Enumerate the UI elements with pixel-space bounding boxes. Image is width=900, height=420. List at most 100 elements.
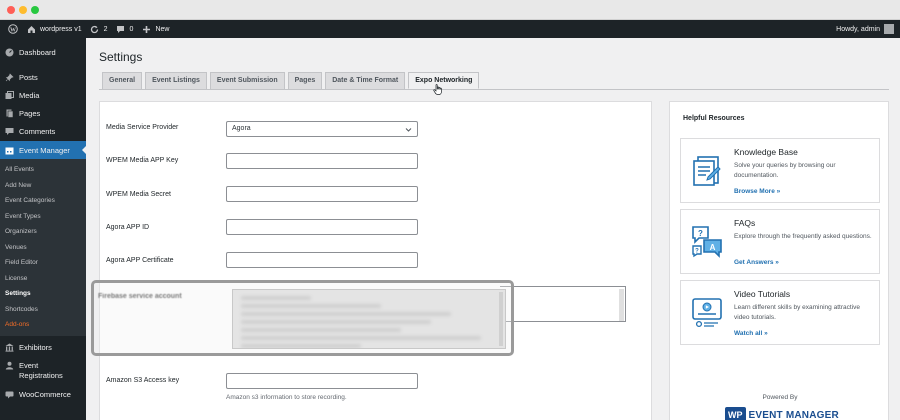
menu-posts[interactable]: Posts bbox=[0, 68, 86, 86]
new-content-link[interactable]: New bbox=[141, 24, 169, 34]
blurred-text bbox=[241, 328, 401, 332]
avatar bbox=[884, 24, 894, 34]
tab-event-submission[interactable]: Event Submission bbox=[209, 72, 285, 89]
tab-date-time-format[interactable]: Date & Time Format bbox=[325, 72, 406, 89]
menu-label: Exhibitors bbox=[19, 343, 52, 352]
get-answers-link[interactable]: Get Answers » bbox=[734, 259, 779, 266]
submenu-all-events[interactable]: All Events bbox=[0, 162, 86, 178]
menu-event-registrations[interactable]: Event Registrations bbox=[0, 357, 86, 383]
menu-event-manager[interactable]: Event Manager bbox=[0, 141, 86, 159]
s3-hint-text: Amazon s3 information to store recording… bbox=[226, 394, 347, 401]
updates-link[interactable]: 2 bbox=[90, 24, 108, 34]
document-icon bbox=[690, 153, 724, 187]
submenu-venues[interactable]: Venues bbox=[0, 240, 86, 256]
menu-label: Event Registrations bbox=[19, 361, 63, 381]
building-icon bbox=[5, 343, 14, 352]
knowledge-base-card: Knowledge Base Solve your queries by bro… bbox=[680, 138, 880, 203]
my-account-link[interactable]: Howdy, admin bbox=[836, 24, 894, 34]
firebase-service-account-textarea[interactable] bbox=[232, 289, 506, 349]
submenu-shortcodes[interactable]: Shortcodes bbox=[0, 302, 86, 318]
menu-dashboard[interactable]: Dashboard bbox=[0, 43, 86, 61]
s3-access-key-label: Amazon S3 Access key bbox=[106, 377, 180, 384]
wp-event-manager-logo[interactable]: WP EVENT MANAGER bbox=[725, 406, 839, 420]
media-icon bbox=[5, 90, 14, 100]
maximize-window-button[interactable] bbox=[31, 6, 39, 14]
wordpress-logo[interactable]: W bbox=[8, 24, 18, 34]
site-name-link[interactable]: wordpress v1 bbox=[26, 24, 82, 34]
svg-text:W: W bbox=[10, 27, 16, 33]
close-window-button[interactable] bbox=[7, 6, 15, 14]
agora-certificate-label: Agora APP Certificate bbox=[106, 257, 174, 264]
comment-icon bbox=[116, 24, 126, 34]
blurred-text bbox=[241, 304, 381, 308]
blurred-text bbox=[241, 344, 361, 348]
page-title: Settings bbox=[99, 50, 143, 64]
tab-expo-networking[interactable]: Expo Networking bbox=[408, 72, 480, 89]
tab-pages[interactable]: Pages bbox=[287, 72, 323, 89]
app-key-label: WPEM Media APP Key bbox=[106, 157, 179, 164]
blurred-text bbox=[241, 336, 481, 340]
chevron-down-icon bbox=[405, 124, 412, 138]
app-key-input[interactable] bbox=[226, 153, 418, 169]
logo-text: EVENT MANAGER bbox=[748, 409, 839, 420]
new-label: New bbox=[155, 25, 170, 33]
minimize-window-button[interactable] bbox=[19, 6, 27, 14]
scrollbar[interactable] bbox=[499, 292, 503, 346]
scrollbar[interactable] bbox=[619, 289, 624, 321]
home-icon bbox=[26, 24, 36, 34]
settings-tabs: General Event Listings Event Submission … bbox=[102, 72, 480, 89]
tab-event-listings[interactable]: Event Listings bbox=[145, 72, 207, 89]
submenu-event-types[interactable]: Event Types bbox=[0, 209, 86, 225]
expo-networking-form: Media Service Provider Agora WPEM Media … bbox=[99, 101, 652, 420]
browse-more-link[interactable]: Browse More » bbox=[734, 188, 780, 195]
howdy-text: Howdy, admin bbox=[836, 25, 880, 33]
calendar-icon bbox=[5, 146, 14, 155]
menu-media[interactable]: Media bbox=[0, 86, 86, 104]
hand-cursor-icon bbox=[433, 84, 443, 98]
event-manager-submenu: All Events Add New Event Categories Even… bbox=[0, 159, 86, 336]
submenu-organizers[interactable]: Organizers bbox=[0, 224, 86, 240]
firebase-highlight-overlay: Firebase service account bbox=[91, 280, 514, 356]
comments-link[interactable]: 0 bbox=[116, 24, 134, 34]
watch-all-link[interactable]: Watch all » bbox=[734, 330, 768, 337]
media-secret-input[interactable] bbox=[226, 186, 418, 202]
agora-app-id-label: Agora APP ID bbox=[106, 224, 150, 231]
menu-label: Dashboard bbox=[19, 47, 56, 57]
faqs-title: FAQs bbox=[734, 218, 756, 228]
submenu-add-new[interactable]: Add New bbox=[0, 178, 86, 194]
submenu-add-ons[interactable]: Add-ons bbox=[0, 317, 86, 333]
menu-pages[interactable]: Pages bbox=[0, 104, 86, 122]
submenu-field-editor[interactable]: Field Editor bbox=[0, 255, 86, 271]
main-content: Settings General Event Listings Event Su… bbox=[86, 38, 900, 420]
comment-icon bbox=[5, 127, 14, 136]
submenu-license[interactable]: License bbox=[0, 271, 86, 287]
svg-text:?: ? bbox=[698, 229, 703, 238]
s3-access-key-input[interactable] bbox=[226, 373, 418, 389]
agora-app-id-input[interactable] bbox=[226, 219, 418, 235]
resources-title: Helpful Resources bbox=[683, 115, 745, 122]
media-provider-select[interactable]: Agora bbox=[226, 121, 418, 137]
menu-label: Pages bbox=[19, 108, 41, 118]
knowledge-base-title: Knowledge Base bbox=[734, 147, 798, 157]
user-icon bbox=[5, 361, 14, 370]
menu-exhibitors[interactable]: Exhibitors bbox=[0, 339, 86, 357]
admin-bar: W wordpress v1 2 0 New Howdy, admin bbox=[0, 20, 900, 38]
faqs-desc: Explore through the frequently asked que… bbox=[734, 233, 872, 240]
firebase-textarea-edge bbox=[500, 286, 626, 322]
submenu-settings[interactable]: Settings bbox=[0, 286, 86, 302]
site-name: wordpress v1 bbox=[40, 25, 82, 33]
submenu-event-categories[interactable]: Event Categories bbox=[0, 193, 86, 209]
menu-woocommerce[interactable]: WooCommerce bbox=[0, 386, 86, 404]
refresh-icon bbox=[90, 24, 100, 34]
video-tutorials-desc: Learn different skills by examining attr… bbox=[734, 304, 860, 321]
menu-label: Media bbox=[19, 90, 40, 100]
comments-count: 0 bbox=[129, 25, 134, 33]
menu-label: Comments bbox=[19, 126, 56, 136]
menu-label-line1: Event bbox=[19, 360, 39, 370]
tab-general[interactable]: General bbox=[102, 72, 143, 89]
menu-comments[interactable]: Comments bbox=[0, 122, 86, 140]
agora-certificate-input[interactable] bbox=[226, 252, 418, 268]
dashboard-icon bbox=[5, 48, 14, 57]
blurred-text bbox=[241, 320, 431, 324]
video-tutorial-icon bbox=[690, 295, 724, 329]
